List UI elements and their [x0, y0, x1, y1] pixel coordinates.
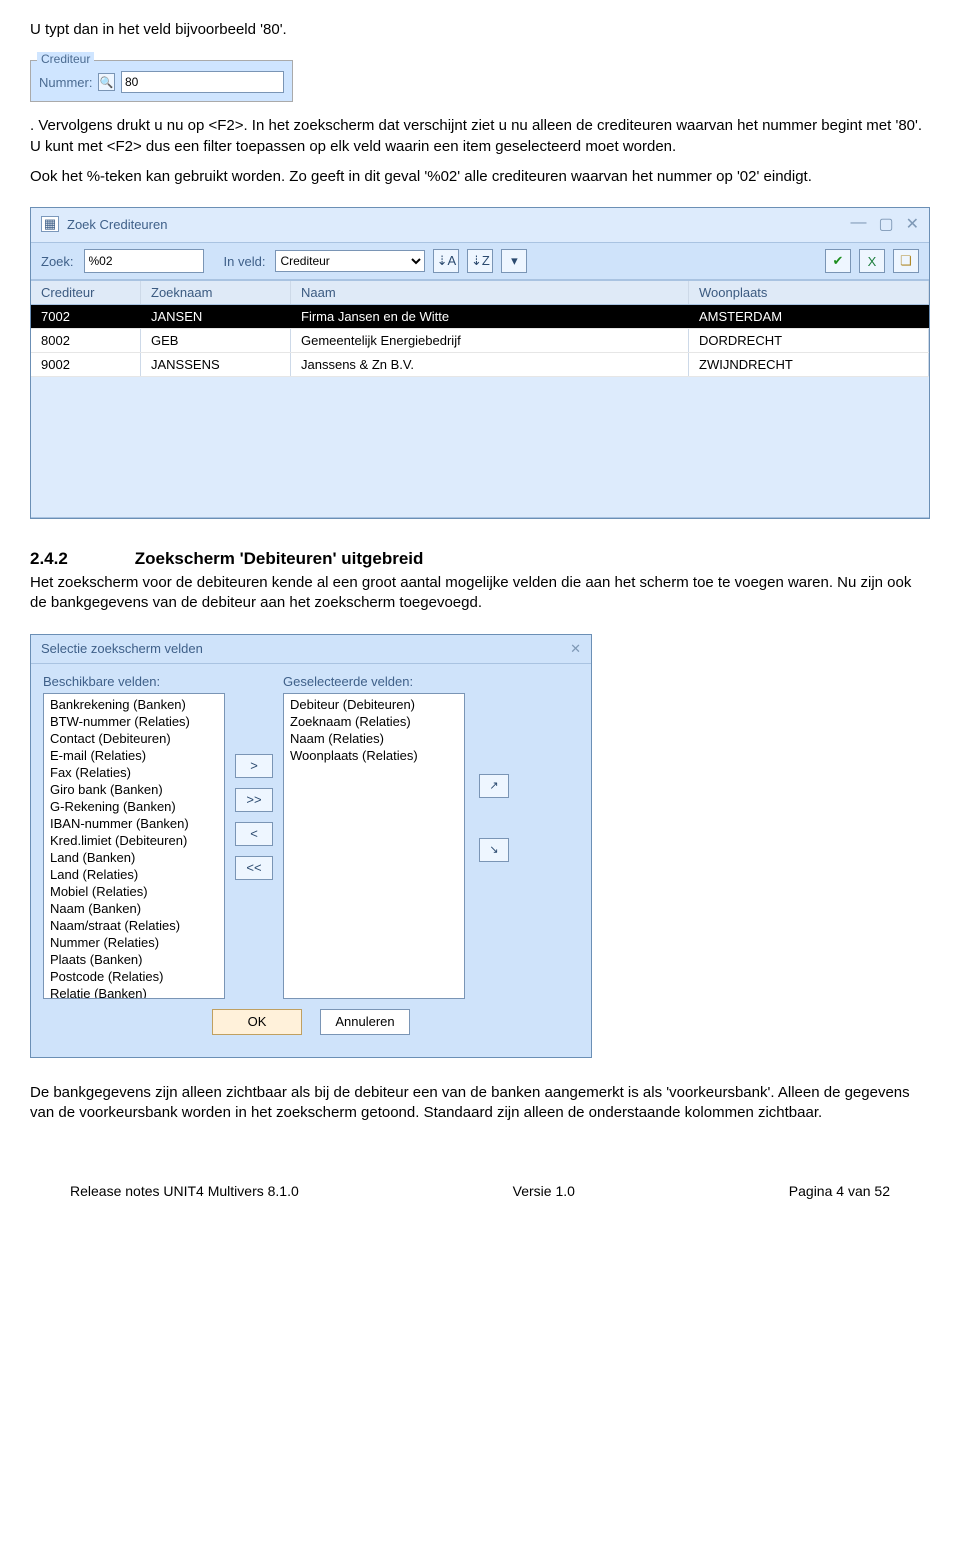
list-item[interactable]: Woonplaats (Relaties): [284, 747, 464, 764]
minimize-icon[interactable]: —: [850, 214, 866, 234]
list-item[interactable]: Plaats (Banken): [44, 951, 224, 968]
inveld-label: In veld:: [224, 254, 266, 269]
list-item[interactable]: Postcode (Relaties): [44, 968, 224, 985]
col-zoeknaam[interactable]: Zoeknaam: [141, 281, 291, 304]
close-icon[interactable]: ✕: [906, 214, 919, 234]
cell: 8002: [31, 329, 141, 352]
nummer-input[interactable]: [121, 71, 284, 93]
zoek-label: Zoek:: [41, 254, 74, 269]
list-item[interactable]: Fax (Relaties): [44, 764, 224, 781]
add-all-button[interactable]: >>: [235, 788, 273, 812]
list-item[interactable]: E-mail (Relaties): [44, 747, 224, 764]
footer-mid: Versie 1.0: [513, 1183, 575, 1199]
confirm-icon[interactable]: ✔: [825, 249, 851, 273]
field-selection-dialog: Selectie zoekscherm velden ✕ Beschikbare…: [30, 634, 592, 1058]
footer-left: Release notes UNIT4 Multivers 8.1.0: [70, 1183, 299, 1199]
grid-icon: ▦: [41, 216, 59, 232]
heading-text: Zoekscherm 'Debiteuren' uitgebreid: [135, 549, 424, 568]
sort-asc-icon[interactable]: ⇣A: [433, 249, 459, 273]
list-item[interactable]: Land (Banken): [44, 849, 224, 866]
page-footer: Release notes UNIT4 Multivers 8.1.0 Vers…: [30, 1183, 930, 1199]
heading-number: 2.4.2: [30, 549, 130, 569]
list-item[interactable]: Naam/straat (Relaties): [44, 917, 224, 934]
available-listbox[interactable]: Bankrekening (Banken)BTW-nummer (Relatie…: [43, 693, 225, 999]
selected-listbox[interactable]: Debiteur (Debiteuren)Zoeknaam (Relaties)…: [283, 693, 465, 999]
cell: GEB: [141, 329, 291, 352]
list-item[interactable]: Naam (Relaties): [284, 730, 464, 747]
remove-button[interactable]: <: [235, 822, 273, 846]
list-item[interactable]: Kred.limiet (Debiteuren): [44, 832, 224, 849]
grid-header: Crediteur Zoeknaam Naam Woonplaats: [31, 281, 929, 305]
cell: JANSSENS: [141, 353, 291, 376]
cell: 9002: [31, 353, 141, 376]
col-crediteur[interactable]: Crediteur: [31, 281, 141, 304]
remove-all-button[interactable]: <<: [235, 856, 273, 880]
move-down-button[interactable]: ↘: [479, 838, 509, 862]
list-item[interactable]: G-Rekening (Banken): [44, 798, 224, 815]
list-item[interactable]: Contact (Debiteuren): [44, 730, 224, 747]
excel-icon[interactable]: X: [859, 249, 885, 273]
list-item[interactable]: Giro bank (Banken): [44, 781, 224, 798]
cell: AMSTERDAM: [689, 305, 929, 328]
list-item[interactable]: Zoeknaam (Relaties): [284, 713, 464, 730]
table-row[interactable]: 9002JANSSENSJanssens & Zn B.V.ZWIJNDRECH…: [31, 353, 929, 377]
col-woonplaats[interactable]: Woonplaats: [689, 281, 929, 304]
available-label: Beschikbare velden:: [43, 674, 225, 689]
list-item[interactable]: BTW-nummer (Relaties): [44, 713, 224, 730]
inveld-select[interactable]: Crediteur: [275, 250, 425, 272]
window-titlebar: ▦ Zoek Crediteuren — ▢ ✕: [31, 208, 929, 243]
table-row[interactable]: 7002JANSENFirma Jansen en de WitteAMSTER…: [31, 305, 929, 329]
cell: JANSEN: [141, 305, 291, 328]
magnifier-icon[interactable]: 🔍: [98, 73, 115, 91]
explanation-paragraph-b: Ook het %-teken kan gebruikt worden. Zo …: [30, 167, 930, 187]
table-row[interactable]: 8002GEBGemeentelijk EnergiebedrijfDORDRE…: [31, 329, 929, 353]
search-crediteuren-window: ▦ Zoek Crediteuren — ▢ ✕ Zoek: In veld: …: [30, 207, 930, 519]
explanation-paragraph-a: . Vervolgens drukt u nu op <F2>. In het …: [30, 116, 930, 157]
crediteur-fieldset: Crediteur Nummer: 🔍: [30, 60, 293, 102]
nummer-label: Nummer:: [39, 75, 92, 90]
list-item[interactable]: Relatie (Banken): [44, 985, 224, 999]
dialog-title: Selectie zoekscherm velden: [41, 641, 203, 656]
selected-label: Geselecteerde velden:: [283, 674, 465, 689]
cell: DORDRECHT: [689, 329, 929, 352]
maximize-icon[interactable]: ▢: [878, 214, 893, 234]
list-item[interactable]: Bankrekening (Banken): [44, 696, 224, 713]
col-naam[interactable]: Naam: [291, 281, 689, 304]
add-button[interactable]: >: [235, 754, 273, 778]
cell: Gemeentelijk Energiebedrijf: [291, 329, 689, 352]
section-paragraph: Het zoekscherm voor de debiteuren kende …: [30, 573, 930, 614]
close-icon[interactable]: ✕: [570, 641, 581, 657]
footer-right: Pagina 4 van 52: [789, 1183, 890, 1199]
cell: Firma Jansen en de Witte: [291, 305, 689, 328]
ok-button[interactable]: OK: [212, 1009, 302, 1035]
filter-icon[interactable]: ▾: [501, 249, 527, 273]
new-icon[interactable]: ❏: [893, 249, 919, 273]
list-item[interactable]: Nummer (Relaties): [44, 934, 224, 951]
list-item[interactable]: Mobiel (Relaties): [44, 883, 224, 900]
move-up-button[interactable]: ↗: [479, 774, 509, 798]
list-item[interactable]: Debiteur (Debiteuren): [284, 696, 464, 713]
sort-desc-icon[interactable]: ⇣Z: [467, 249, 493, 273]
crediteur-legend: Crediteur: [37, 52, 94, 66]
cancel-button[interactable]: Annuleren: [320, 1009, 410, 1035]
list-item[interactable]: IBAN-nummer (Banken): [44, 815, 224, 832]
cell: ZWIJNDRECHT: [689, 353, 929, 376]
cell: Janssens & Zn B.V.: [291, 353, 689, 376]
list-item[interactable]: Land (Relaties): [44, 866, 224, 883]
cell: 7002: [31, 305, 141, 328]
intro-paragraph: U typt dan in het veld bijvoorbeeld '80'…: [30, 20, 930, 40]
search-toolbar: Zoek: In veld: Crediteur ⇣A ⇣Z ▾ ✔ X ❏: [31, 243, 929, 280]
closing-paragraph: De bankgegevens zijn alleen zichtbaar al…: [30, 1083, 930, 1124]
results-grid: Crediteur Zoeknaam Naam Woonplaats 7002J…: [31, 280, 929, 518]
list-item[interactable]: Naam (Banken): [44, 900, 224, 917]
section-heading: 2.4.2 Zoekscherm 'Debiteuren' uitgebreid: [30, 549, 930, 569]
window-title: Zoek Crediteuren: [67, 217, 167, 232]
zoek-input[interactable]: [84, 249, 204, 273]
